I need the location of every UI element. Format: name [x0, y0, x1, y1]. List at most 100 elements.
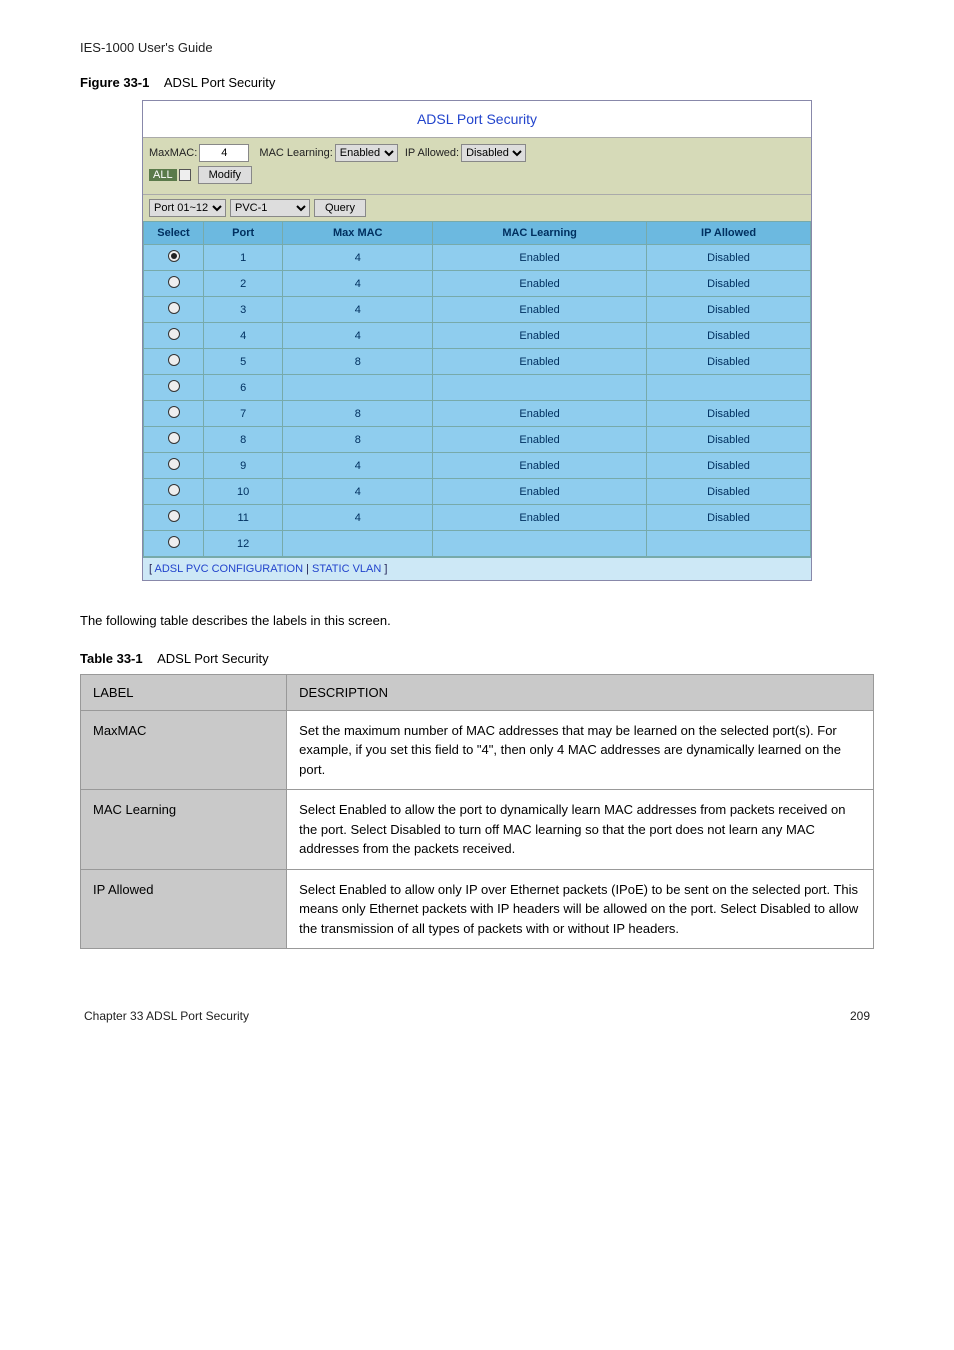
row-ipallow: Disabled — [647, 245, 811, 271]
row-maxmac — [283, 375, 433, 401]
row-port: 5 — [204, 349, 283, 375]
row-select-cell[interactable] — [144, 505, 204, 531]
table-row: 78EnabledDisabled — [144, 401, 811, 427]
row-maxmac: 8 — [283, 427, 433, 453]
form-panel: MaxMAC: MAC Learning: Enabled IP Allowed… — [143, 138, 811, 194]
row-select-cell[interactable] — [144, 271, 204, 297]
desc-row-text: Select Enabled to allow only IP over Eth… — [287, 869, 874, 949]
row-select-cell[interactable] — [144, 453, 204, 479]
col-maclearning: MAC Learning — [433, 222, 647, 245]
desc-row-text: Set the maximum number of MAC addresses … — [287, 710, 874, 790]
desc-row: MAC LearningSelect Enabled to allow the … — [81, 790, 874, 870]
row-radio[interactable] — [168, 458, 180, 470]
row-radio[interactable] — [168, 406, 180, 418]
row-select-cell[interactable] — [144, 479, 204, 505]
row-port: 1 — [204, 245, 283, 271]
table-row: 114EnabledDisabled — [144, 505, 811, 531]
row-select-cell[interactable] — [144, 427, 204, 453]
col-port: Port — [204, 222, 283, 245]
row-maxmac: 4 — [283, 453, 433, 479]
row-radio[interactable] — [168, 432, 180, 444]
table-row: 44EnabledDisabled — [144, 323, 811, 349]
row-port: 3 — [204, 297, 283, 323]
figure-label: Figure 33-1 ADSL Port Security — [80, 75, 874, 90]
row-select-cell[interactable] — [144, 531, 204, 557]
row-maxmac — [283, 531, 433, 557]
desc-row-text: Select Enabled to allow the port to dyna… — [287, 790, 874, 870]
row-maclearn: Enabled — [433, 349, 647, 375]
row-maclearn: Enabled — [433, 427, 647, 453]
row-radio[interactable] — [168, 250, 180, 262]
all-label: ALL — [149, 169, 177, 181]
link-adsl-pvc[interactable]: ADSL PVC CONFIGURATION — [155, 563, 304, 575]
modify-button[interactable]: Modify — [198, 166, 252, 184]
row-select-cell[interactable] — [144, 297, 204, 323]
desc-h-desc: DESCRIPTION — [287, 674, 874, 710]
row-radio[interactable] — [168, 328, 180, 340]
figure-label-text: ADSL Port Security — [164, 75, 276, 90]
row-radio[interactable] — [168, 302, 180, 314]
row-radio[interactable] — [168, 276, 180, 288]
bracket-close: ] — [381, 563, 387, 575]
pvc-select[interactable]: PVC-1 — [230, 199, 310, 217]
row-maclearn — [433, 375, 647, 401]
row-maxmac: 4 — [283, 323, 433, 349]
maxmac-input[interactable] — [199, 144, 249, 162]
screenshot-panel: ADSL Port Security MaxMAC: MAC Learning:… — [142, 100, 812, 581]
row-maclearn: Enabled — [433, 401, 647, 427]
row-maxmac: 4 — [283, 297, 433, 323]
figure-label-prefix: Figure 33-1 — [80, 75, 149, 90]
row-ipallow — [647, 531, 811, 557]
row-maclearn: Enabled — [433, 271, 647, 297]
maclearning-select[interactable]: Enabled — [335, 144, 398, 162]
page-footer: Chapter 33 ADSL Port Security 209 — [80, 1009, 874, 1023]
row-radio[interactable] — [168, 380, 180, 392]
row-select-cell[interactable] — [144, 245, 204, 271]
query-button[interactable]: Query — [314, 199, 366, 217]
maxmac-label: MaxMAC: — [149, 147, 197, 159]
row-select-cell[interactable] — [144, 349, 204, 375]
table-row: 58EnabledDisabled — [144, 349, 811, 375]
table-label: Table 33-1 ADSL Port Security — [80, 651, 874, 666]
row-port: 4 — [204, 323, 283, 349]
table-row: 14EnabledDisabled — [144, 245, 811, 271]
col-maxmac: Max MAC — [283, 222, 433, 245]
row-radio[interactable] — [168, 354, 180, 366]
row-maxmac: 4 — [283, 505, 433, 531]
port-range-select[interactable]: Port 01~12 — [149, 199, 226, 217]
row-maclearn: Enabled — [433, 453, 647, 479]
row-maclearn: Enabled — [433, 479, 647, 505]
row-ipallow: Disabled — [647, 479, 811, 505]
all-checkbox[interactable] — [179, 169, 191, 181]
row-ipallow: Disabled — [647, 453, 811, 479]
row-maclearn: Enabled — [433, 323, 647, 349]
row-port: 12 — [204, 531, 283, 557]
table-row: 34EnabledDisabled — [144, 297, 811, 323]
row-select-cell[interactable] — [144, 401, 204, 427]
row-radio[interactable] — [168, 484, 180, 496]
desc-row: MaxMACSet the maximum number of MAC addr… — [81, 710, 874, 790]
row-maclearn: Enabled — [433, 297, 647, 323]
row-select-cell[interactable] — [144, 323, 204, 349]
row-ipallow: Disabled — [647, 271, 811, 297]
desc-h-label: LABEL — [81, 674, 287, 710]
link-static-vlan[interactable]: STATIC VLAN — [312, 563, 381, 575]
row-ipallow: Disabled — [647, 297, 811, 323]
query-row: Port 01~12 PVC-1 Query — [143, 194, 811, 221]
row-radio[interactable] — [168, 536, 180, 548]
footer-left: Chapter 33 ADSL Port Security — [84, 1009, 249, 1023]
table-label-prefix: Table 33-1 — [80, 651, 143, 666]
row-maclearn: Enabled — [433, 505, 647, 531]
row-select-cell[interactable] — [144, 375, 204, 401]
ipallowed-select[interactable]: Disabled — [461, 144, 526, 162]
row-maxmac: 4 — [283, 271, 433, 297]
table-row: 6 — [144, 375, 811, 401]
row-maclearn — [433, 531, 647, 557]
table-row: 104EnabledDisabled — [144, 479, 811, 505]
row-maclearn: Enabled — [433, 245, 647, 271]
footer-links: [ ADSL PVC CONFIGURATION | STATIC VLAN ] — [143, 557, 811, 580]
row-radio[interactable] — [168, 510, 180, 522]
row-port: 8 — [204, 427, 283, 453]
footer-right: 209 — [850, 1009, 870, 1023]
row-ipallow: Disabled — [647, 401, 811, 427]
